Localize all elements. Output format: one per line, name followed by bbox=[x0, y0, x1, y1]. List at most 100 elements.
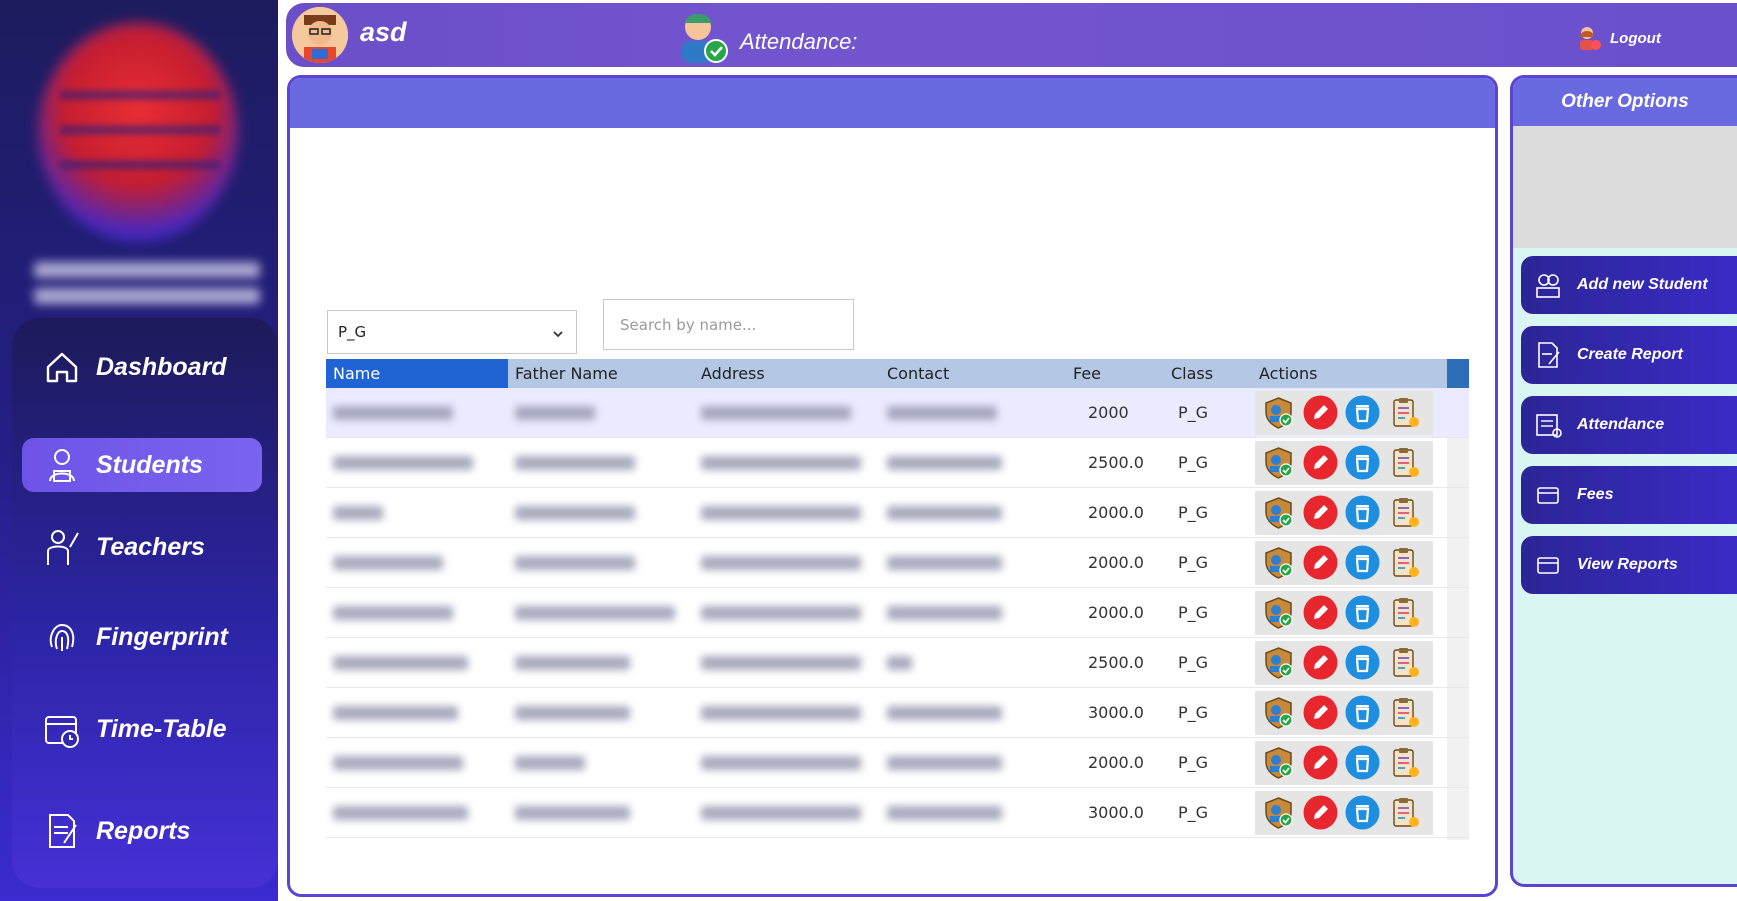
delete-icon[interactable] bbox=[1345, 445, 1380, 480]
nav-dashboard[interactable]: Dashboard bbox=[22, 340, 262, 394]
attendance-icon bbox=[1531, 408, 1565, 442]
column-header-class[interactable]: Class bbox=[1164, 359, 1252, 388]
nav-time-table[interactable]: Time-Table bbox=[22, 702, 262, 756]
cell-name bbox=[326, 538, 508, 588]
attendance-shield-icon[interactable] bbox=[1261, 795, 1296, 830]
logout-icon bbox=[1576, 25, 1602, 51]
column-header-father-name[interactable]: Father Name bbox=[508, 359, 694, 388]
nav-reports[interactable]: Reports bbox=[22, 804, 262, 858]
delete-icon[interactable] bbox=[1345, 545, 1380, 580]
table-row[interactable]: 2000.0 P_G bbox=[326, 538, 1469, 588]
delete-icon[interactable] bbox=[1345, 595, 1380, 630]
attendance-shield-icon[interactable] bbox=[1261, 445, 1296, 480]
nav-fingerprint[interactable]: Fingerprint bbox=[22, 610, 262, 664]
attendance-person-icon bbox=[674, 7, 730, 65]
cell-name bbox=[326, 488, 508, 538]
create-report-icon bbox=[1531, 338, 1565, 372]
clipboard-icon[interactable] bbox=[1387, 445, 1422, 480]
view-reports-button[interactable]: View Reports bbox=[1521, 536, 1737, 594]
edit-icon[interactable] bbox=[1303, 445, 1338, 480]
add-student-icon bbox=[1531, 268, 1565, 302]
edit-icon[interactable] bbox=[1303, 395, 1338, 430]
row-actions bbox=[1255, 490, 1433, 535]
cell-address bbox=[694, 438, 880, 488]
cell-address bbox=[694, 688, 880, 738]
add-new-student-button[interactable]: Add new Student bbox=[1521, 256, 1737, 314]
nav-students[interactable]: Students bbox=[22, 438, 262, 492]
delete-icon[interactable] bbox=[1345, 495, 1380, 530]
redacted-text bbox=[887, 406, 997, 420]
chevron-down-icon bbox=[552, 326, 564, 338]
cell-class: P_G bbox=[1178, 552, 1209, 572]
row-actions bbox=[1255, 690, 1433, 735]
table-row[interactable]: 2500.0 P_G bbox=[326, 438, 1469, 488]
cell-contact bbox=[880, 438, 1066, 488]
attendance-shield-icon[interactable] bbox=[1261, 595, 1296, 630]
table-row[interactable]: 2000.0 P_G bbox=[326, 588, 1469, 638]
attendance-shield-icon[interactable] bbox=[1261, 745, 1296, 780]
create-report-button[interactable]: Create Report bbox=[1521, 326, 1737, 384]
redacted-text bbox=[333, 556, 443, 570]
logo-caption bbox=[34, 288, 260, 304]
nav-teachers[interactable]: Teachers bbox=[22, 520, 262, 574]
edit-icon[interactable] bbox=[1303, 595, 1338, 630]
user-avatar[interactable] bbox=[292, 7, 348, 63]
table-row[interactable]: 2000 P_G bbox=[326, 388, 1469, 438]
logo-stripe bbox=[60, 160, 220, 170]
edit-icon[interactable] bbox=[1303, 495, 1338, 530]
table-row[interactable]: 3000.0 P_G bbox=[326, 688, 1469, 738]
column-header-contact[interactable]: Contact bbox=[880, 359, 1066, 388]
attendance-shield-icon[interactable] bbox=[1261, 695, 1296, 730]
edit-icon[interactable] bbox=[1303, 695, 1338, 730]
attendance-shield-icon[interactable] bbox=[1261, 645, 1296, 680]
fees-button[interactable]: Fees bbox=[1521, 466, 1737, 524]
table-row[interactable]: 2000.0 P_G bbox=[326, 488, 1469, 538]
cell-name bbox=[326, 388, 508, 438]
attendance-shield-icon[interactable] bbox=[1261, 495, 1296, 530]
delete-icon[interactable] bbox=[1345, 395, 1380, 430]
clipboard-icon[interactable] bbox=[1387, 495, 1422, 530]
table-row[interactable]: 2000.0 P_G bbox=[326, 738, 1469, 788]
redacted-text bbox=[333, 756, 463, 770]
edit-icon[interactable] bbox=[1303, 795, 1338, 830]
clipboard-icon[interactable] bbox=[1387, 795, 1422, 830]
table-row[interactable]: 2500.0 P_G bbox=[326, 638, 1469, 688]
delete-icon[interactable] bbox=[1345, 745, 1380, 780]
cell-father-name bbox=[508, 788, 694, 838]
logout-button[interactable]: Logout bbox=[1576, 25, 1661, 51]
attendance-shield-icon[interactable] bbox=[1261, 545, 1296, 580]
class-filter-dropdown[interactable]: P_G bbox=[327, 310, 577, 354]
edit-icon[interactable] bbox=[1303, 745, 1338, 780]
attendance-button[interactable]: Attendance bbox=[1521, 396, 1737, 454]
search-input[interactable] bbox=[603, 299, 854, 350]
cell-fee: 3000.0 bbox=[1088, 802, 1144, 822]
delete-icon[interactable] bbox=[1345, 645, 1380, 680]
logo-caption bbox=[34, 262, 260, 278]
column-header-fee[interactable]: Fee bbox=[1066, 359, 1164, 388]
row-actions bbox=[1255, 740, 1433, 785]
clipboard-icon[interactable] bbox=[1387, 395, 1422, 430]
class-filter-value: P_G bbox=[338, 323, 367, 341]
delete-icon[interactable] bbox=[1345, 695, 1380, 730]
edit-icon[interactable] bbox=[1303, 645, 1338, 680]
table-row[interactable]: 3000.0 P_G bbox=[326, 788, 1469, 838]
clipboard-icon[interactable] bbox=[1387, 595, 1422, 630]
teacher-icon bbox=[38, 523, 86, 571]
cell-father-name bbox=[508, 738, 694, 788]
home-icon bbox=[38, 343, 86, 391]
redacted-text bbox=[515, 606, 675, 620]
delete-icon[interactable] bbox=[1345, 795, 1380, 830]
column-header-address[interactable]: Address bbox=[694, 359, 880, 388]
clipboard-icon[interactable] bbox=[1387, 695, 1422, 730]
redacted-text bbox=[515, 656, 630, 670]
cell-class: P_G bbox=[1178, 802, 1209, 822]
clipboard-icon[interactable] bbox=[1387, 545, 1422, 580]
column-header-name[interactable]: Name bbox=[326, 359, 508, 388]
clipboard-icon[interactable] bbox=[1387, 745, 1422, 780]
nav-panel: Dashboard Students Teachers Fingerprint … bbox=[12, 318, 278, 888]
redacted-text bbox=[515, 556, 635, 570]
clipboard-icon[interactable] bbox=[1387, 645, 1422, 680]
cell-address bbox=[694, 638, 880, 688]
attendance-shield-icon[interactable] bbox=[1261, 395, 1296, 430]
edit-icon[interactable] bbox=[1303, 545, 1338, 580]
